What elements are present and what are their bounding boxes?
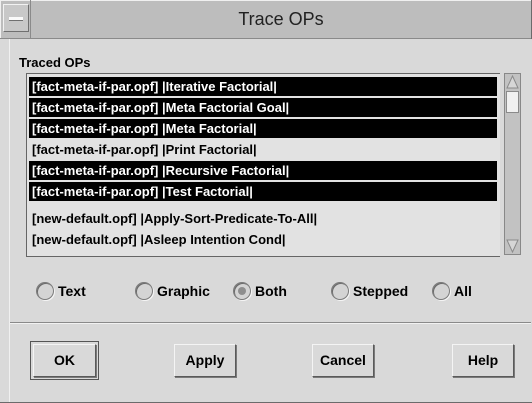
scroll-up-arrow-icon[interactable] (506, 75, 519, 89)
radio-circle[interactable] (331, 282, 349, 300)
radio-circle-selected[interactable] (233, 282, 251, 300)
cancel-button[interactable]: Cancel (312, 344, 374, 377)
list-item[interactable]: [fact-meta-if-par.opf] |Meta Factorial G… (29, 98, 497, 117)
button-separator (10, 322, 531, 324)
radio-all[interactable]: All (432, 280, 472, 302)
window-title: Trace OPs (30, 0, 531, 38)
title-bar[interactable]: Trace OPs (0, 0, 531, 39)
radio-graphic[interactable]: Graphic (135, 280, 210, 302)
radio-circle[interactable] (36, 282, 54, 300)
radio-circle[interactable] (432, 282, 450, 300)
radio-label: All (454, 283, 472, 299)
scrollbar-thumb[interactable] (506, 91, 519, 113)
list-item[interactable]: [fact-meta-if-par.opf] |Recursive Factor… (29, 161, 497, 180)
radio-stepped[interactable]: Stepped (331, 280, 408, 302)
scroll-down-arrow-icon[interactable] (506, 239, 519, 253)
list-item[interactable]: [fact-meta-if-par.opf] |Iterative Factor… (29, 77, 497, 96)
traced-ops-list[interactable]: [fact-meta-if-par.opf] |Iterative Factor… (26, 73, 500, 257)
ok-button[interactable]: OK (30, 341, 99, 380)
radio-both[interactable]: Both (233, 280, 287, 302)
list-item[interactable]: [fact-meta-if-par.opf] |Print Factorial| (29, 140, 497, 159)
radio-label: Stepped (353, 283, 409, 299)
apply-button[interactable]: Apply (174, 344, 236, 377)
list-item[interactable]: [fact-meta-if-par.opf] |Meta Factorial| (29, 119, 497, 138)
list-item[interactable]: [new-default.opf] |Asleep Intention Cond… (29, 230, 497, 249)
list-item[interactable]: [new-default.opf] |Apply-Sort-Predicate-… (29, 209, 497, 228)
radio-text[interactable]: Text (36, 280, 86, 302)
radio-circle[interactable] (135, 282, 153, 300)
radio-label: Both (255, 283, 287, 299)
window-menu-button[interactable] (3, 4, 29, 32)
help-button[interactable]: Help (452, 344, 514, 377)
window-menu-icon (9, 17, 23, 21)
traced-ops-label: Traced OPs (19, 55, 91, 70)
radio-label: Graphic (157, 283, 210, 299)
list-item[interactable]: [fact-meta-if-par.opf] |Test Factorial| (29, 182, 497, 201)
list-scrollbar[interactable] (504, 73, 521, 255)
radio-label: Text (58, 283, 86, 299)
